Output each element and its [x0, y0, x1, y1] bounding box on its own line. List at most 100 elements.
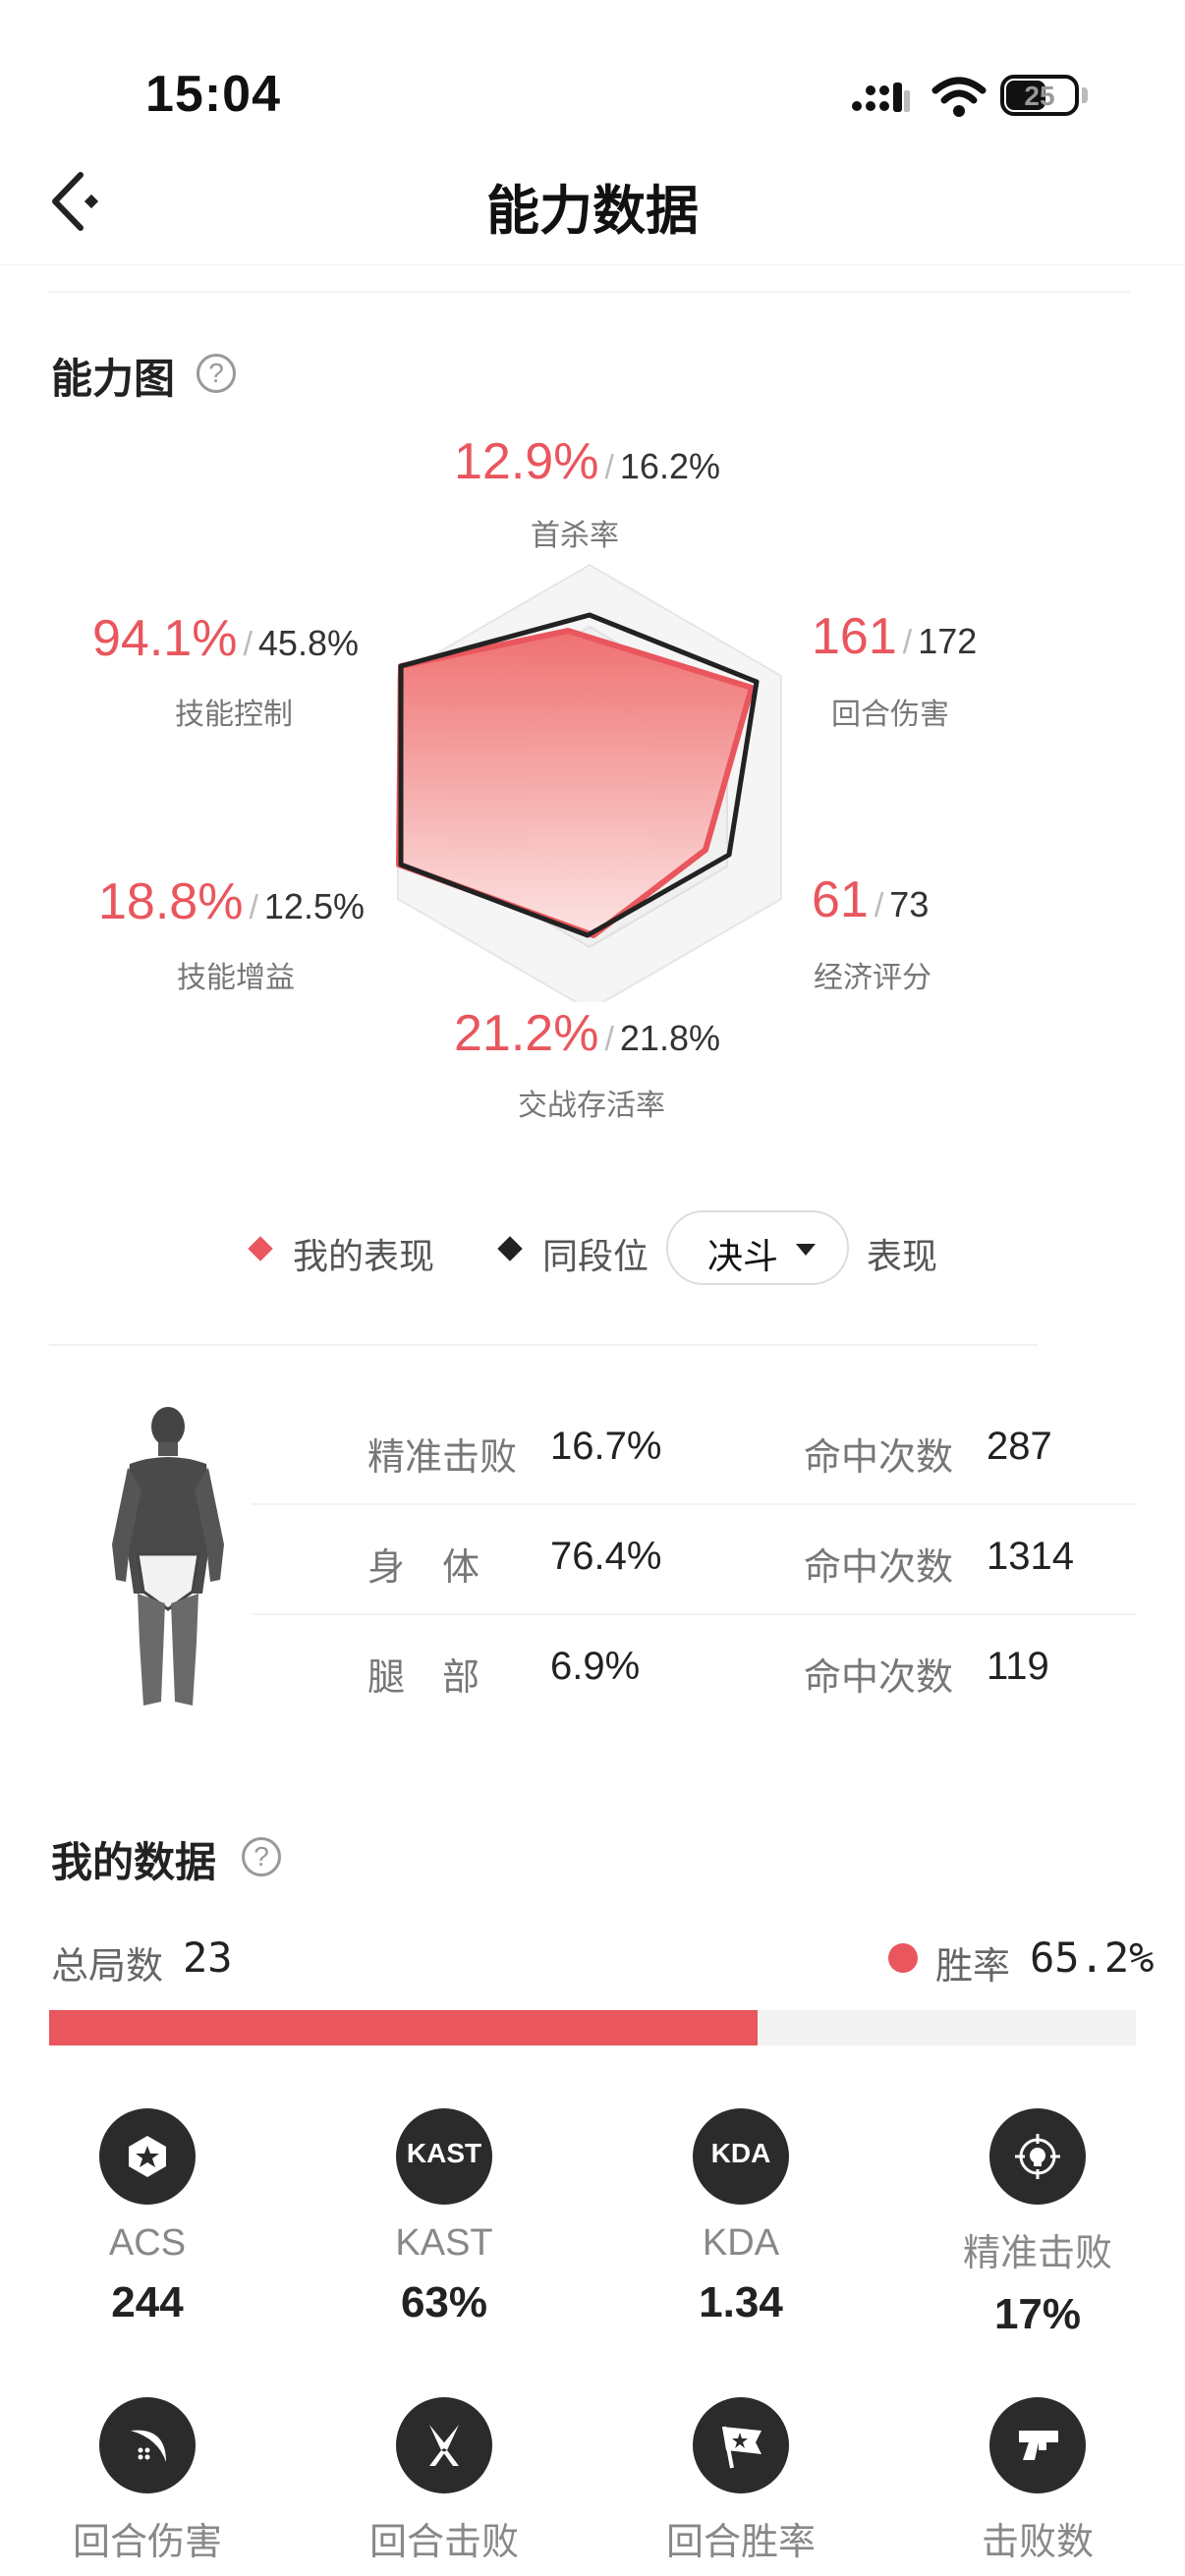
hit-count-value: 287 [987, 1425, 1052, 1468]
ability-section-title: 能力图 [51, 356, 176, 402]
stat-skill-control: 94.1%/45.8% [92, 610, 359, 667]
kast-icon: KAST [396, 2108, 492, 2205]
stat-label: 经济评分 [814, 962, 931, 994]
stat-avg-value: 12.5% [263, 886, 365, 926]
gun-icon [989, 2397, 1086, 2493]
metric-label: ACS [108, 2222, 187, 2264]
ability-radar: 12.9%/16.2% 首杀率 161/172 回合伤害 61/73 经济评分 … [0, 432, 1185, 1122]
stat-mine-value: 61 [812, 871, 869, 928]
metric-value: 244 [111, 2278, 184, 2326]
question-circle-icon[interactable]: ? [197, 354, 236, 393]
stat-label: 技能增益 [177, 962, 295, 994]
win-rate-marker [888, 1943, 918, 1973]
question-circle-icon[interactable]: ? [242, 1837, 281, 1876]
status-bar: 15:04 25 [0, 0, 1185, 128]
metric-value: 17% [993, 2290, 1082, 2338]
metric-acs[interactable]: ACS 244 [20, 2108, 275, 2327]
battery-level: 25 [1024, 81, 1055, 111]
stat-avg-value: 21.8% [619, 1018, 720, 1058]
win-rate-value: 65.2% [1030, 1933, 1155, 1982]
hit-region-label: 身 体 [367, 1547, 480, 1589]
metric-round-kills[interactable]: 回合击败 [316, 2397, 572, 2565]
hit-count-label: 命中次数 [804, 1657, 954, 1699]
flag-icon [693, 2397, 789, 2493]
stat-mine-value: 161 [812, 608, 897, 665]
hit-count-value: 119 [987, 1645, 1049, 1688]
legend-rank-marker [497, 1236, 523, 1261]
hit-region-label: 腿 部 [367, 1657, 480, 1699]
page-title: 能力数据 [486, 182, 699, 241]
nav-bar: 能力数据 [0, 138, 1185, 265]
status-icons: 25 [845, 71, 1088, 120]
stat-round-damage: 161/172 [812, 608, 978, 665]
stat-mine-value: 21.2% [454, 1005, 599, 1062]
legend-rank-label: 同段位 [542, 1236, 649, 1276]
games-value: 23 [183, 1933, 233, 1982]
hit-region-percent: 6.9% [550, 1645, 641, 1688]
stat-economy: 61/73 [812, 871, 930, 928]
stat-avg-value: 45.8% [257, 623, 359, 663]
crosshair-skull-icon [989, 2108, 1086, 2205]
rank-select-value: 决斗 [707, 1236, 779, 1276]
star-badge-icon [99, 2108, 196, 2205]
metric-round-damage[interactable]: 回合伤害 [20, 2397, 275, 2565]
metric-round-winrate[interactable]: 回合胜率 [613, 2397, 869, 2565]
legend-suffix: 表现 [867, 1236, 938, 1276]
body-figure-icon [112, 1407, 224, 1706]
metric-value: 1.34 [699, 2278, 783, 2326]
stat-label: 回合伤害 [831, 699, 949, 731]
crossed-blades-icon [396, 2397, 492, 2493]
stat-avg-value: 73 [889, 884, 930, 924]
metric-label: 回合击败 [368, 2522, 519, 2563]
hit-region-label: 精准击败 [367, 1437, 518, 1479]
stat-label: 首杀率 [531, 520, 619, 552]
stat-mine-value: 12.9% [454, 433, 599, 490]
metric-label: 回合伤害 [72, 2522, 222, 2563]
metric-label: KAST [395, 2222, 493, 2264]
stat-first-kill: 12.9%/16.2% [454, 433, 720, 490]
win-rate-bar [49, 2010, 1136, 2045]
metric-kda[interactable]: KDA KDA 1.34 [613, 2108, 869, 2327]
signal-icon [852, 83, 910, 112]
metric-label: 精准击败 [962, 2233, 1112, 2274]
metric-label: 击败数 [981, 2522, 1094, 2563]
games-label: 总局数 [51, 1946, 164, 1988]
metric-value: 63% [400, 2278, 488, 2326]
metric-kast[interactable]: KAST KAST 63% [316, 2108, 572, 2327]
status-time: 15:04 [145, 66, 281, 123]
hit-count-label: 命中次数 [804, 1437, 954, 1479]
hit-count-label: 命中次数 [804, 1547, 954, 1589]
stat-label: 交战存活率 [518, 1090, 665, 1122]
legend-mine-marker [248, 1236, 273, 1261]
stat-avg-value: 172 [918, 621, 978, 661]
divider [49, 291, 1130, 293]
hit-region-percent: 16.7% [550, 1425, 662, 1468]
metric-label: KDA [702, 2222, 780, 2264]
my-data-section-title: 我的数据 [51, 1839, 217, 1885]
stat-avg-value: 16.2% [619, 446, 720, 486]
wifi-icon [931, 77, 987, 117]
hit-count-value: 1314 [987, 1535, 1074, 1578]
stat-mine-value: 94.1% [92, 610, 238, 667]
metric-label: 回合胜率 [665, 2522, 816, 2563]
metric-headshot[interactable]: 精准击败 17% [910, 2108, 1165, 2339]
hit-row-body: 身 体 76.4% 命中次数 1314 [252, 1507, 1136, 1615]
slash-damage-icon [99, 2397, 196, 2493]
metric-kills[interactable]: 击败数 [910, 2397, 1165, 2565]
hit-region-percent: 76.4% [550, 1535, 662, 1578]
win-rate-bar-fill [49, 2010, 759, 2045]
rank-select-dropdown[interactable]: 决斗 [666, 1210, 849, 1285]
radar-chart [396, 563, 782, 1002]
win-rate-label: 胜率 [935, 1946, 1011, 1988]
hit-row-legs: 腿 部 6.9% 命中次数 119 [252, 1617, 1136, 1725]
battery-icon: 25 [1000, 75, 1079, 116]
kda-icon: KDA [693, 2108, 789, 2205]
chevron-down-icon [796, 1244, 816, 1256]
stat-mine-value: 18.8% [98, 873, 244, 930]
stat-label: 技能控制 [175, 699, 293, 731]
hit-row-head: 精准击败 16.7% 命中次数 287 [252, 1397, 1136, 1505]
divider [49, 1344, 1038, 1346]
legend-mine-label: 我的表现 [293, 1236, 435, 1276]
stat-skill-buff: 18.8%/12.5% [98, 873, 365, 930]
stat-survival: 21.2%/21.8% [454, 1005, 720, 1062]
